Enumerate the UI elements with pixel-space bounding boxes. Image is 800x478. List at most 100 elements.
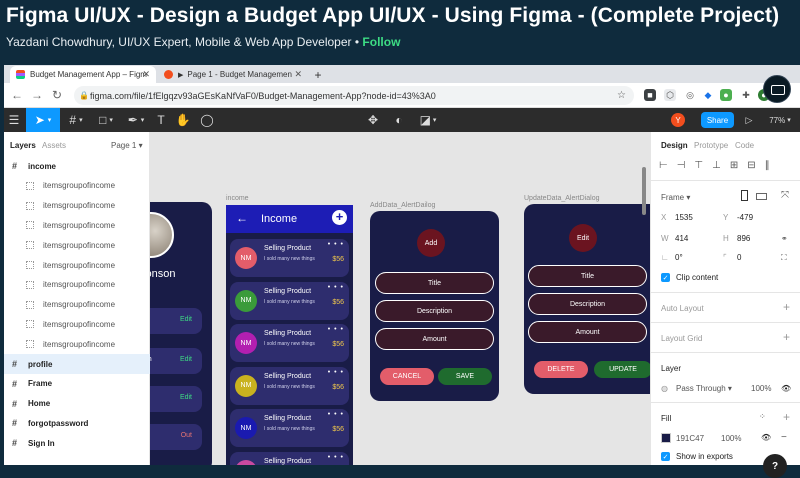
income-list-item[interactable]: NMSelling ProductI sold many new things•… (230, 409, 349, 447)
landscape-icon[interactable] (756, 193, 767, 200)
boolean-icon[interactable]: ◪ ▾ (416, 108, 440, 132)
cancel-button[interactable]: CANCEL (380, 368, 434, 385)
y-field[interactable]: -479 (737, 213, 753, 222)
back-arrow-icon[interactable]: ← (236, 211, 248, 225)
fill-opacity[interactable]: 100% (721, 434, 741, 443)
tab-layers[interactable]: Layers (10, 141, 36, 150)
tab-design[interactable]: Design (661, 141, 688, 150)
browser-tab[interactable]: ▶ Page 1 - Budget Managemen ✕ (158, 66, 308, 83)
frame-tool-icon[interactable]: # ▾ (62, 108, 90, 132)
layer-item-frame[interactable]: # Frame (4, 374, 150, 394)
shield-icon[interactable]: ◆ (702, 89, 714, 101)
income-frame[interactable]: ← Income + NM Selling Product I sold many … (226, 205, 353, 465)
layer-item-frame[interactable]: # forgotpassword (4, 413, 150, 433)
layer-item-frame[interactable]: # income (4, 156, 150, 176)
new-tab-button[interactable]: + (310, 66, 326, 83)
tab-code[interactable]: Code (735, 141, 754, 150)
more-icon[interactable]: • • • (328, 284, 344, 291)
mask-icon[interactable]: ◐ (390, 108, 408, 132)
edit-link[interactable]: Edit (180, 356, 192, 363)
profile-row[interactable]: om Edit (150, 348, 202, 374)
pen-tool-icon[interactable]: ✒ ▾ (122, 108, 150, 132)
text-tool-icon[interactable]: T (152, 108, 170, 132)
help-icon[interactable]: ? (763, 454, 787, 478)
update-dialog-frame[interactable]: Edit Title Description Amount DELETE UPD… (524, 204, 650, 394)
reload-icon[interactable]: ↻ (50, 88, 64, 102)
radius-field[interactable]: 0 (737, 253, 741, 262)
eye-icon[interactable]: 👁 (761, 433, 771, 442)
corner-icon[interactable]: ⛶ (781, 253, 787, 263)
profile-row[interactable]: Edit (150, 308, 202, 334)
zoom-control[interactable]: 77% ▾ (764, 108, 796, 132)
user-avatar[interactable]: Y (669, 108, 687, 132)
layer-item-child[interactable]: itemsgroupofincome (4, 176, 150, 196)
minus-icon[interactable]: − (781, 432, 787, 443)
h-field[interactable]: 896 (737, 234, 750, 243)
forward-icon[interactable]: → (30, 88, 44, 102)
constrain-icon[interactable]: ⚭ (781, 234, 788, 243)
w-field[interactable]: 414 (675, 234, 688, 243)
follow-link[interactable]: Follow (362, 35, 400, 49)
income-list-item[interactable]: NMSelling ProductI sold many new things•… (230, 366, 349, 405)
description-field[interactable]: Description (528, 293, 647, 315)
present-icon[interactable]: ▷ (741, 108, 757, 132)
plus-icon[interactable]: + (783, 330, 790, 344)
layer-item-frame[interactable]: # Sign In (4, 433, 150, 453)
delete-button[interactable]: DELETE (534, 361, 588, 378)
title-field[interactable]: Title (528, 265, 647, 287)
profile-row[interactable]: Edit (150, 386, 202, 412)
exports-checkbox[interactable]: ✓ (661, 452, 670, 461)
description-field[interactable]: Description (375, 300, 494, 322)
share-button[interactable]: Share (701, 112, 734, 128)
plus-icon[interactable]: + (783, 410, 790, 424)
move-tool-icon[interactable]: ➤ ▾ (26, 108, 60, 132)
layer-item-child[interactable]: itemsgroupofincome (4, 334, 150, 354)
amount-field[interactable]: Amount (528, 321, 647, 343)
camera-bubble-icon[interactable] (763, 75, 791, 103)
layer-item-child[interactable]: itemsgroupofincome (4, 314, 150, 334)
extension-icon[interactable]: ■ (644, 89, 656, 101)
star-icon[interactable]: ☆ (617, 90, 626, 101)
edit-link[interactable]: Edit (180, 394, 192, 401)
eye-icon[interactable]: 👁 (781, 384, 791, 393)
logout-link[interactable]: Out (181, 432, 192, 439)
layer-item-child[interactable]: itemsgroupofincome (4, 295, 150, 315)
hand-tool-icon[interactable]: ✋ (174, 108, 192, 132)
frame-type-label[interactable]: Frame ▾ (661, 193, 690, 202)
comment-tool-icon[interactable]: ◯ (198, 108, 216, 132)
add-dialog-frame[interactable]: Add Title Description Amount CANCEL SAVE (370, 211, 499, 401)
fill-hex[interactable]: 191C47 (676, 434, 704, 443)
scrollbar[interactable] (642, 167, 646, 215)
more-icon[interactable]: • • • (328, 454, 344, 461)
tab-assets[interactable]: Assets (42, 141, 66, 150)
profile-frame[interactable]: Jonson Edit om Edit Edit Out (150, 202, 212, 465)
layer-item-child[interactable]: itemsgroupofincome (4, 196, 150, 216)
component-icon[interactable]: ✥ (364, 108, 382, 132)
x-field[interactable]: 1535 (675, 213, 693, 222)
portrait-icon[interactable] (741, 190, 748, 201)
layer-item-frame[interactable]: # profile (4, 354, 150, 374)
rotation-field[interactable]: 0° (675, 253, 683, 262)
layer-item-frame[interactable]: # Home (4, 394, 150, 414)
browser-tab-active[interactable]: Budget Management App – Figm ✕ (10, 66, 156, 83)
close-icon[interactable]: ✕ (294, 69, 302, 80)
add-button[interactable]: Add (417, 229, 445, 257)
layer-item-child[interactable]: itemsgroupofincome (4, 275, 150, 295)
clip-checkbox[interactable]: ✓ (661, 273, 670, 282)
url-field[interactable]: 🔒 figma.com/file/1fElgqzv93aGEsKaNfVaF0/… (74, 86, 634, 105)
back-icon[interactable]: ← (10, 88, 24, 102)
tab-prototype[interactable]: Prototype (694, 141, 728, 150)
canvas[interactable]: Jonson Edit om Edit Edit Out income ← Inc… (150, 132, 650, 465)
page-selector[interactable]: Page 1 ▾ (111, 141, 143, 150)
fill-swatch[interactable] (661, 433, 671, 443)
more-icon[interactable]: • • • (328, 326, 344, 333)
edit-button[interactable]: Edit (569, 224, 597, 252)
styles-icon[interactable]: ⁘ (759, 412, 766, 421)
amount-field[interactable]: Amount (375, 328, 494, 350)
resize-icon[interactable]: ⤧ (781, 190, 789, 201)
income-list-item[interactable]: NMSelling ProductI sold many new things•… (230, 451, 349, 465)
more-icon[interactable]: • • • (328, 369, 344, 376)
edit-link[interactable]: Edit (180, 316, 192, 323)
save-button[interactable]: SAVE (438, 368, 492, 385)
more-icon[interactable]: • • • (328, 411, 344, 418)
